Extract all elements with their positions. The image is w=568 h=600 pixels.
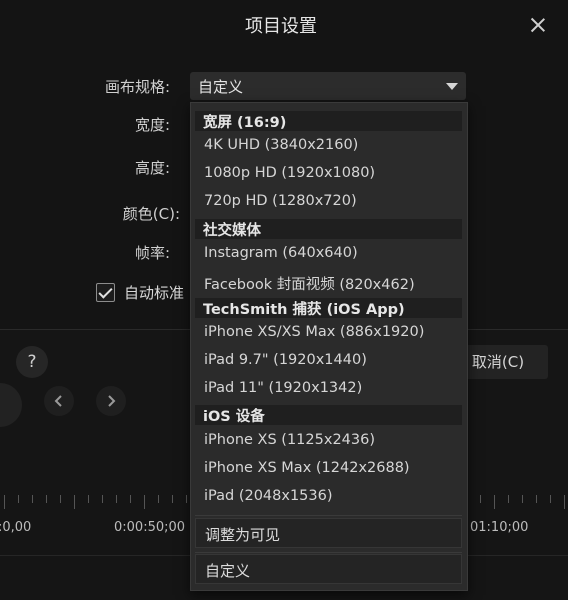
option-iphone-xs[interactable]: iPhone XS (1125x2436) (204, 432, 375, 448)
group-header-social-media: 社交媒体 (195, 219, 462, 239)
option-custom[interactable]: 自定义 (195, 554, 462, 584)
ruler-tick (550, 495, 551, 503)
ruler-tick (18, 495, 19, 503)
dropdown-divider (195, 515, 462, 516)
ruler-tick (4, 495, 5, 509)
ruler-tick (536, 495, 537, 503)
timeline-time-label: :0,00 (0, 520, 32, 535)
option-iphone-xs-capture[interactable]: iPhone XS/XS Max (886x1920) (204, 324, 424, 340)
ruler-tick (494, 495, 495, 509)
ruler-tick (130, 495, 131, 503)
ruler-tick (508, 495, 509, 503)
color-label: 颜色(C): (122, 205, 180, 223)
canvas-size-value: 自定义 (198, 78, 244, 96)
timeline-time-label: 0:00:50;00 (114, 520, 186, 535)
help-button[interactable]: ? (16, 346, 48, 378)
option-ipad-9-7[interactable]: iPad 9.7" (1920x1440) (204, 352, 367, 368)
previous-frame-button[interactable] (44, 386, 74, 416)
height-label: 高度: (134, 159, 170, 177)
ruler-tick (144, 495, 145, 509)
group-header-ios-devices: iOS 设备 (195, 405, 462, 425)
play-control-partial[interactable] (0, 383, 22, 427)
option-facebook-cover[interactable]: Facebook 封面视频 (820x462) (204, 273, 415, 294)
group-header-label: 宽屏 (16:9) (203, 115, 287, 131)
option-ipad-11[interactable]: iPad 11" (1920x1342) (204, 380, 362, 396)
option-720p-hd[interactable]: 720p HD (1280x720) (204, 193, 357, 209)
ruler-tick (564, 495, 565, 509)
group-header-label: iOS 设备 (203, 409, 265, 425)
ruler-tick (172, 495, 173, 503)
ruler-tick (116, 495, 117, 503)
option-1080p-hd[interactable]: 1080p HD (1920x1080) (204, 165, 375, 181)
chevron-right-icon (108, 395, 116, 407)
ruler-tick (480, 495, 481, 503)
dropdown-divider (195, 552, 462, 553)
ruler-tick (158, 495, 159, 503)
canvas-size-select[interactable]: 自定义 (190, 72, 466, 100)
ruler-tick (522, 495, 523, 503)
framerate-label: 帧率: (134, 244, 170, 262)
ruler-tick (74, 495, 75, 509)
option-instagram[interactable]: Instagram (640x640) (204, 245, 358, 261)
width-label: 宽度: (134, 116, 170, 134)
group-header-label: 社交媒体 (203, 223, 261, 239)
option-fit-to-visible-label: 调整为可见 (205, 526, 281, 544)
ruler-tick (32, 495, 33, 503)
ruler-tick (186, 495, 187, 503)
option-fit-to-visible[interactable]: 调整为可见 (195, 518, 462, 548)
timeline-time-label: 01:10;00 (470, 520, 529, 535)
canvas-size-label: 画布规格: (104, 78, 170, 96)
canvas-size-dropdown: 宽屏 (16:9) 4K UHD (3840x2160) 1080p HD (1… (190, 102, 468, 591)
group-header-label: TechSmith 捕获 (iOS App) (203, 302, 405, 318)
dialog-title: 项目设置 (245, 16, 317, 37)
group-header-techsmith-capture: TechSmith 捕获 (iOS App) (195, 298, 462, 318)
chevron-left-icon (54, 395, 62, 407)
auto-normalize-label: 自动标准 (124, 284, 185, 302)
option-iphone-xs-max[interactable]: iPhone XS Max (1242x2688) (204, 460, 410, 476)
close-icon[interactable] (527, 14, 549, 36)
chevron-down-icon (446, 83, 458, 90)
ruler-tick (88, 495, 89, 503)
group-header-widescreen: 宽屏 (16:9) (195, 111, 462, 131)
ruler-tick (102, 495, 103, 503)
ruler-tick (60, 495, 61, 503)
option-4k-uhd[interactable]: 4K UHD (3840x2160) (204, 137, 358, 153)
next-frame-button[interactable] (96, 386, 126, 416)
option-custom-label: 自定义 (205, 562, 251, 580)
auto-normalize-checkbox[interactable] (96, 283, 115, 302)
option-ipad[interactable]: iPad (2048x1536) (204, 488, 333, 504)
ruler-tick (46, 495, 47, 503)
